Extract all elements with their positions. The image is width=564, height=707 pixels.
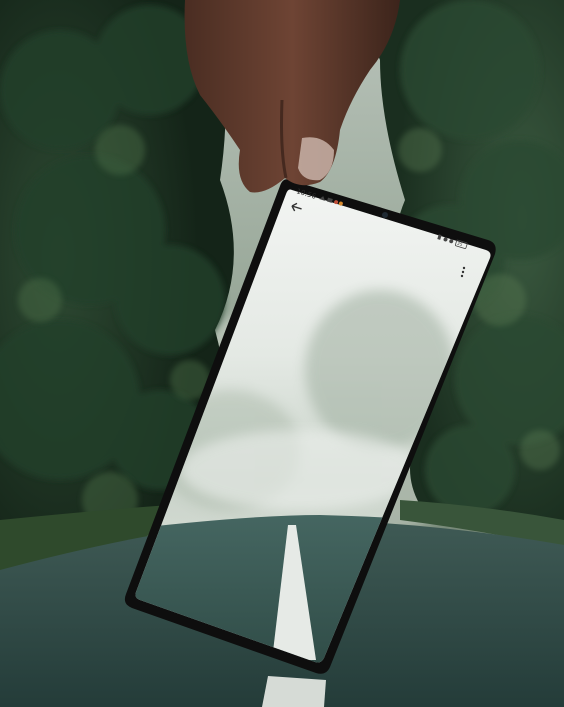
road-center-line-outside [262,676,326,707]
forest-road-phone-scene: 10:56 25 [0,0,564,707]
front-camera [382,212,388,218]
